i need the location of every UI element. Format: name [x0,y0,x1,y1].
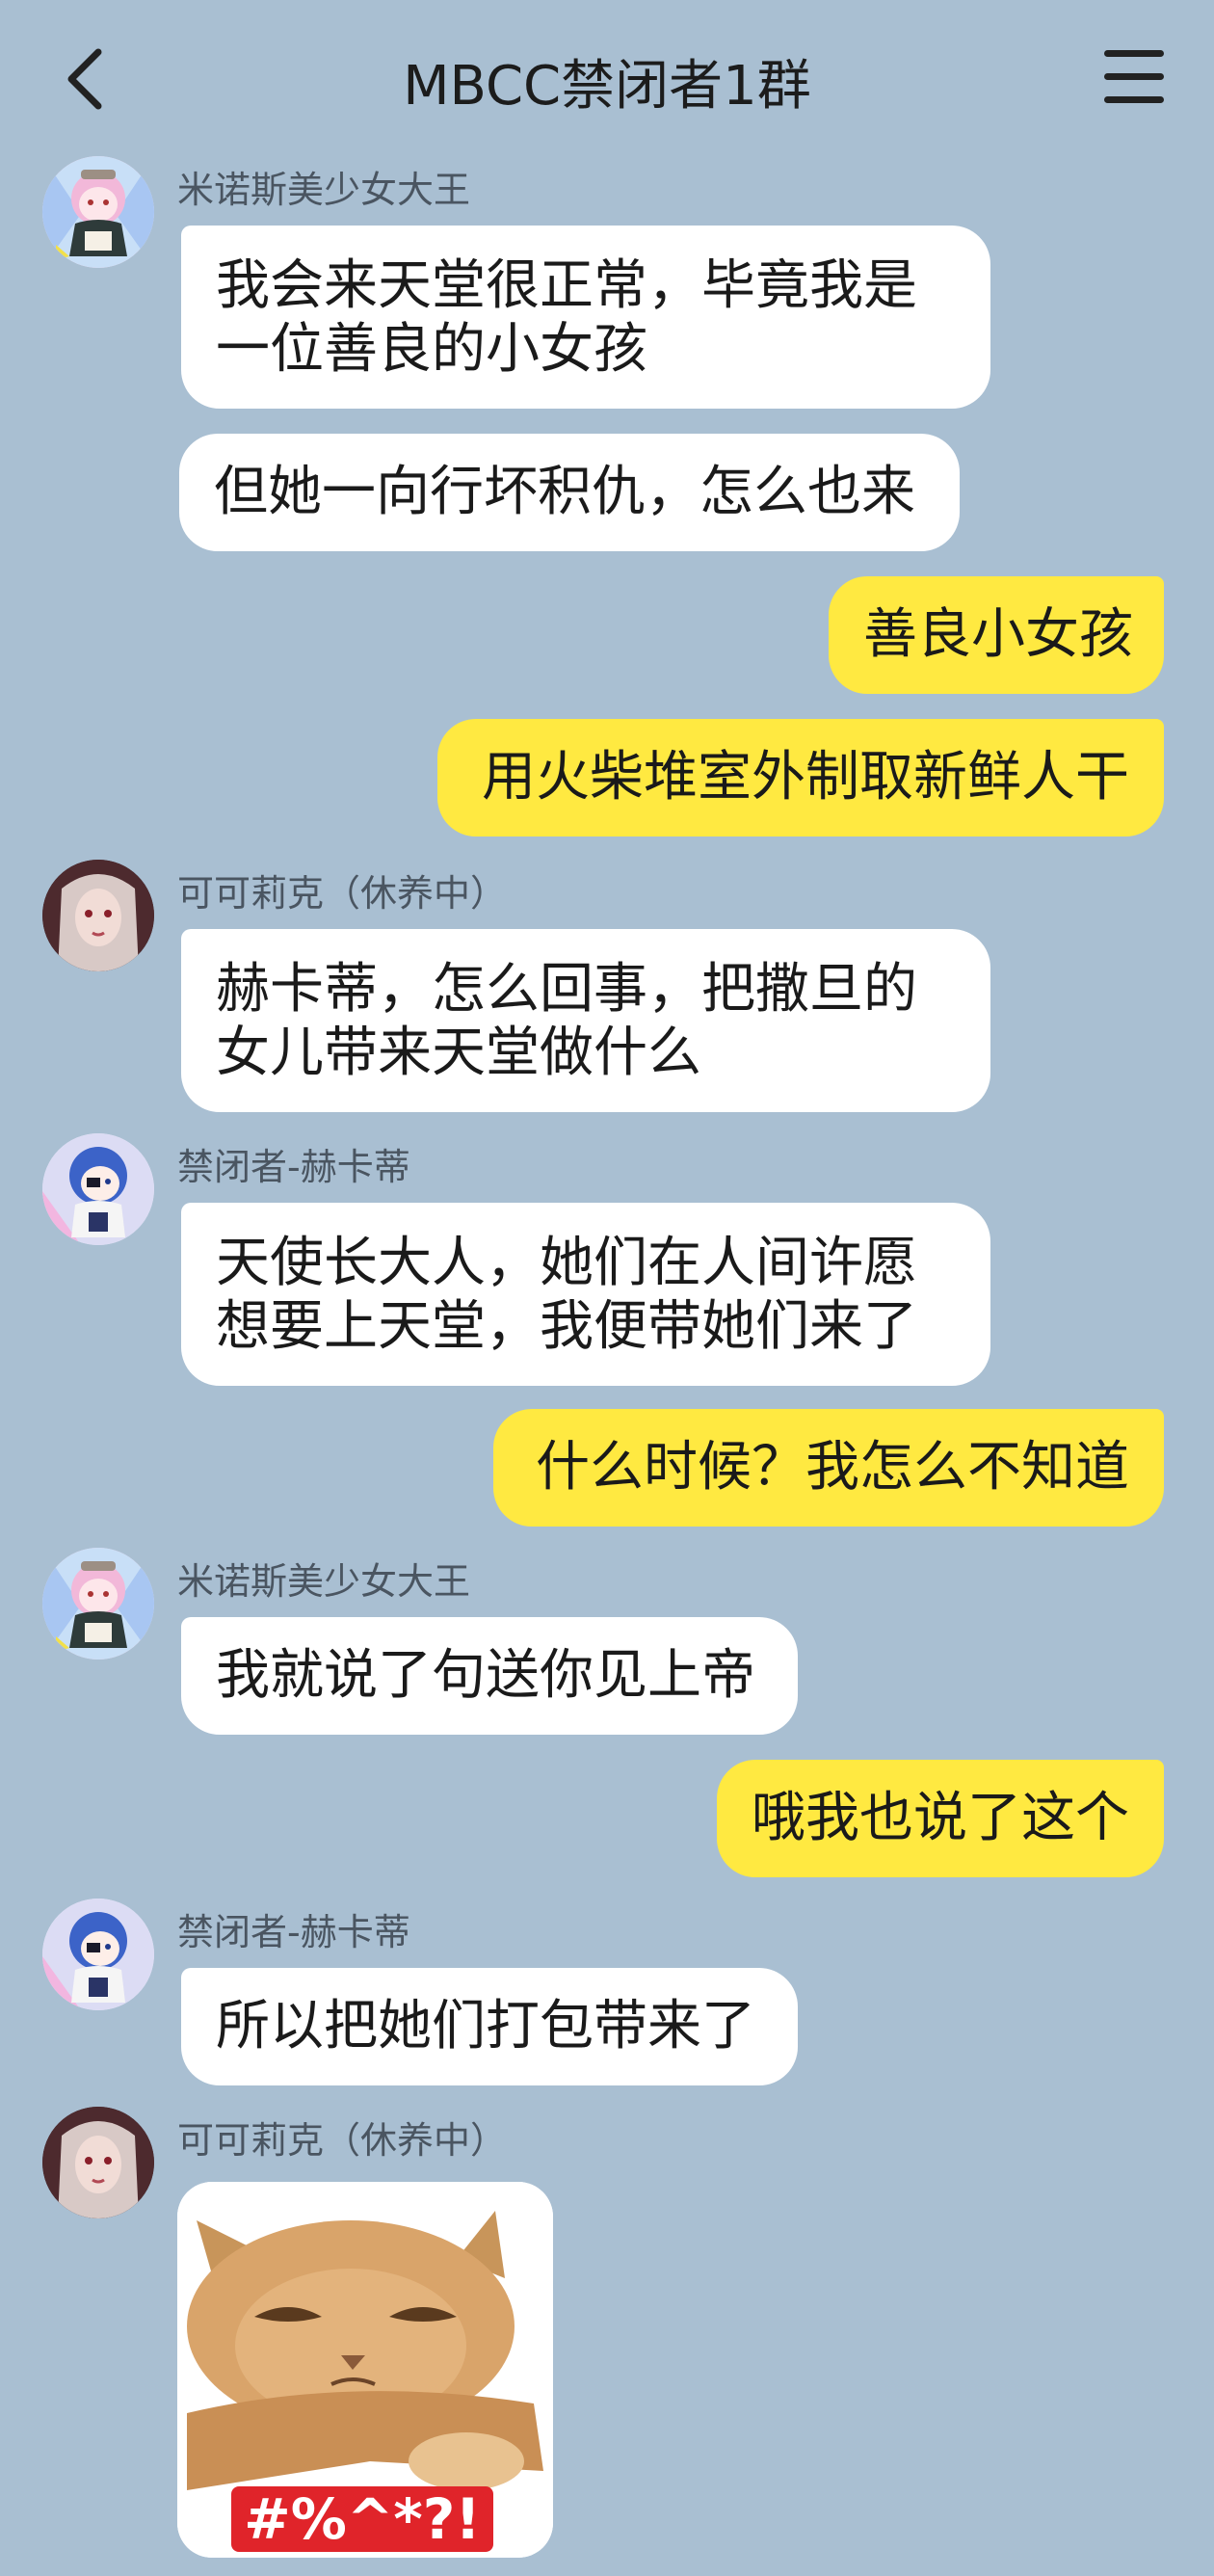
sender-name: 禁闭者-赫卡蒂 [177,1146,410,1188]
sender-name: 禁闭者-赫卡蒂 [177,1911,410,1953]
avatar-minos[interactable] [42,156,154,268]
sticker-message[interactable]: #%^*?! [177,2182,553,2558]
message-bubble[interactable]: 我就说了句送你见上帝 [181,1617,798,1735]
message-bubble[interactable]: 赫卡蒂，怎么回事，把撒旦的 女儿带来天堂做什么 [181,929,990,1112]
message-bubble[interactable]: 但她一向行坏积仇，怎么也来 [179,434,960,551]
menu-icon [1104,50,1164,57]
sticker-caption: #%^*?! [244,2486,481,2552]
doll-portrait-avatar-icon [42,2107,154,2218]
message-text-line: 我会来天堂很正常，毕竟我是 [216,254,917,317]
message-bubble-self[interactable]: 什么时候？我怎么不知道 [493,1409,1164,1527]
avatar-kokolik[interactable] [42,2107,154,2218]
avatar-minos[interactable] [42,1548,154,1660]
avatar-hecate[interactable] [42,1899,154,2010]
message-bubble-self[interactable]: 善良小女孩 [829,576,1164,694]
message-bubble[interactable]: 天使长大人，她们在人间许愿 想要上天堂，我便带她们来了 [181,1203,990,1386]
anime-girl-avatar-icon [42,156,154,268]
grumpy-cat-sticker-icon: #%^*?! [177,2182,553,2558]
message-bubble-self[interactable]: 哦我也说了这个 [717,1760,1164,1877]
message-bubble-self[interactable]: 用火柴堆室外制取新鲜人干 [437,719,1164,837]
anime-girl-avatar-icon [42,1899,154,2010]
chat-header: MBCC禁闭者1群 [0,0,1214,154]
avatar-hecate[interactable] [42,1133,154,1245]
sender-name: 米诺斯美少女大王 [177,1560,471,1603]
message-text-line: 一位善良的小女孩 [216,318,647,381]
chat-title: MBCC禁闭者1群 [403,55,811,118]
message-bubble[interactable]: 所以把她们打包带来了 [181,1968,798,2085]
doll-portrait-avatar-icon [42,860,154,971]
anime-girl-avatar-icon [42,1133,154,1245]
anime-girl-avatar-icon [42,1548,154,1660]
sender-name: 可可莉克（休养中） [177,872,508,915]
message-text-line: 想要上天堂，我便带她们来了 [216,1295,917,1358]
sender-name: 米诺斯美少女大王 [177,169,471,211]
avatar-kokolik[interactable] [42,860,154,971]
message-bubble[interactable]: 我会来天堂很正常，毕竟我是 一位善良的小女孩 [181,226,990,409]
sender-name: 可可莉克（休养中） [177,2119,508,2162]
message-text-line: 天使长大人，她们在人间许愿 [216,1232,917,1294]
message-text-line: 女儿带来天堂做什么 [216,1022,701,1084]
menu-button[interactable] [1104,50,1164,104]
message-text-line: 赫卡蒂，怎么回事，把撒旦的 [216,958,917,1021]
